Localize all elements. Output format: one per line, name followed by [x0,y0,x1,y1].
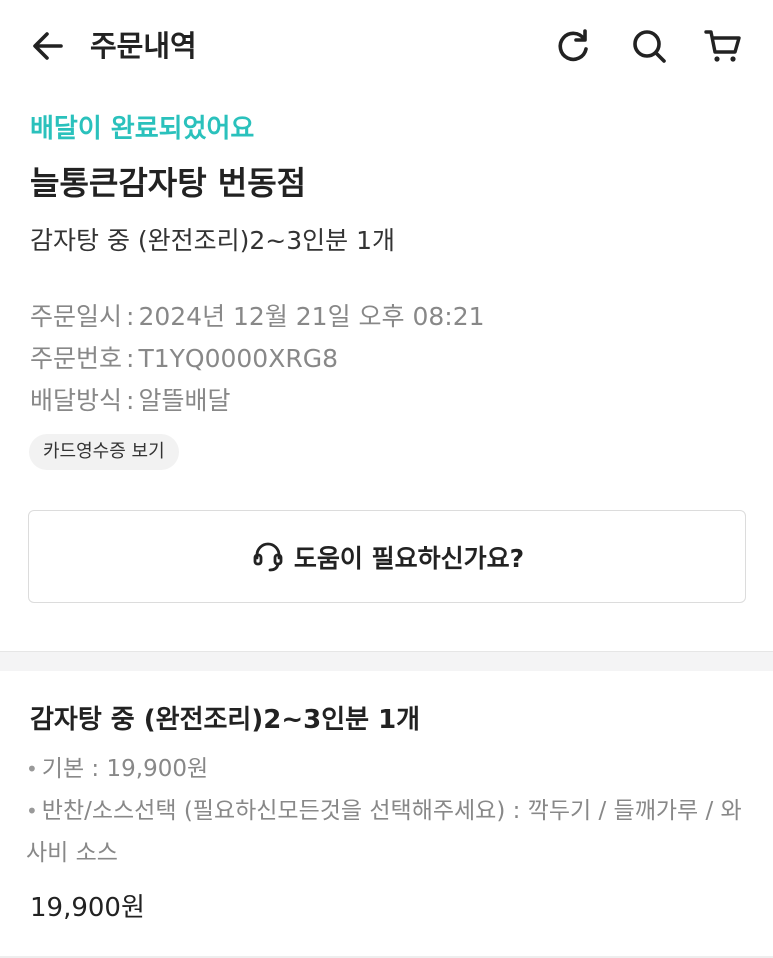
delivery-method-row: 배달방식: 알뜰배달 [30,382,230,420]
delivery-status: 배달이 완료되었어요 [30,114,255,144]
delivery-method-label: 배달방식 [30,386,123,415]
item-price: 19,900원 [30,893,145,923]
card-receipt-button[interactable]: 카드영수증 보기 [29,434,179,470]
refresh-icon [558,29,588,62]
page-title: 주문내역 [90,29,197,63]
app-header: 주문내역 [0,0,773,92]
cart-button[interactable] [702,25,744,67]
help-button-label: 도움이 필요하신가요? [293,543,525,573]
bullet: • [26,757,38,781]
section-divider [0,651,773,671]
back-button[interactable] [28,26,68,66]
search-button[interactable] [628,25,670,67]
order-number-value: T1YQ0000XRG8 [138,344,338,373]
order-datetime-row: 주문일시:2024년 12월 21일 오후 08:21 [30,298,485,336]
search-icon [633,30,666,63]
store-name[interactable]: 늘통큰감자탕 번동점 [30,160,306,206]
option-base-price: • 기본 : 19,900원 [26,748,756,790]
order-number-row: 주문번호: T1YQ0000XRG8 [30,340,338,378]
delivery-method-value: 알뜰배달 [138,386,231,415]
order-datetime-value: 2024년 12월 21일 오후 08:21 [138,302,485,331]
headset-icon [253,542,283,571]
bullet: • [26,799,38,823]
option-text: 기본 : 19,900원 [41,756,209,782]
arrow-left-icon [33,32,63,60]
separator: : [126,302,135,331]
refresh-button[interactable] [552,25,594,67]
help-button[interactable]: 도움이 필요하신가요? [28,510,746,603]
order-datetime-label: 주문일시 [30,302,123,331]
order-number-label: 주문번호 [30,344,123,373]
order-item-title: 감자탕 중 (완전조리)2~3인분 1개 [30,705,421,735]
option-text: 반찬/소스선택 (필요하신모든것을 선택해주세요) : 깍두기 / 들깨가루 /… [26,798,742,866]
option-side-sauce: • 반찬/소스선택 (필요하신모든것을 선택해주세요) : 깍두기 / 들깨가루 … [26,790,756,874]
separator: : [126,386,135,415]
cart-icon [704,30,741,62]
separator: : [126,344,135,373]
menu-summary: 감자탕 중 (완전조리)2~3인분 1개 [30,226,396,255]
